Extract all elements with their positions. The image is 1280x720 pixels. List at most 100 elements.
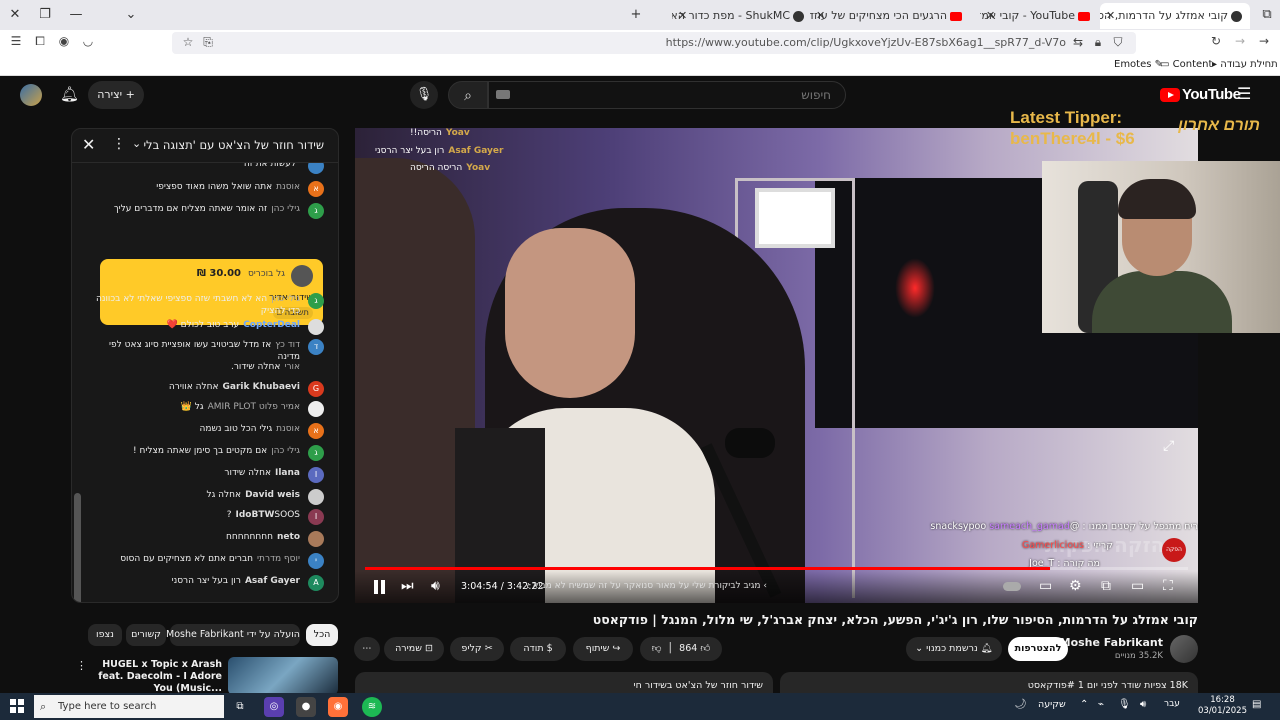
restore-window-icon[interactable]: ❐: [34, 5, 56, 25]
share-button[interactable]: ↪ שיתוף: [573, 637, 633, 661]
chat-author-avatar[interactable]: י: [308, 553, 324, 569]
weather-icon[interactable]: 🌙︎: [1014, 699, 1027, 710]
tab-funny-moments[interactable]: הרגעים הכי מצחיקים של עוזד R ✕: [810, 3, 970, 29]
clip-fullscreen-icon[interactable]: ⤢: [1163, 438, 1174, 454]
create-button[interactable]: יצירה +: [88, 81, 144, 109]
dislike-icon[interactable]: 👎︎: [652, 643, 662, 654]
taskbar-search[interactable]: ⌕ Type here to search: [34, 695, 224, 718]
bookmark-star-icon[interactable]: ☆: [180, 35, 196, 49]
chat-author-avatar[interactable]: ג: [308, 203, 324, 219]
chat-author-name[interactable]: אורי: [284, 362, 300, 372]
windows-start-icon[interactable]: [10, 699, 24, 713]
chat-author-name[interactable]: אמיר פלוט AMIR PLOT: [208, 402, 300, 412]
screenshot-icon[interactable]: ⎘: [200, 35, 216, 50]
speaker-tray-icon[interactable]: 🔊︎: [1140, 699, 1146, 710]
like-dislike-group[interactable]: 👍︎ 864 │ 👎︎: [640, 637, 722, 661]
keyboard-icon[interactable]: [496, 90, 510, 99]
forward-icon[interactable]: →: [1232, 34, 1248, 48]
chat-author-avatar[interactable]: [308, 401, 324, 417]
miniplayer-icon[interactable]: ⧉: [1101, 578, 1111, 594]
thanks-button[interactable]: $ תודה: [510, 637, 566, 661]
chat-title[interactable]: שידור חוזר של הצ'אט עם 'תצוגה בלי ספוייל…: [144, 138, 324, 152]
reader-view-icon[interactable]: ⇆: [1070, 35, 1086, 49]
network-icon[interactable]: ⌁: [1098, 699, 1104, 710]
taskbar-clock[interactable]: 16:28 03/01/2025: [1198, 695, 1247, 717]
chat-author-avatar[interactable]: I: [308, 467, 324, 483]
new-tab-icon[interactable]: +: [625, 5, 647, 25]
extensions-icon[interactable]: ⧠: [32, 34, 48, 49]
close-window-icon[interactable]: ✕: [4, 5, 26, 25]
search-input[interactable]: [488, 81, 846, 109]
chat-author-name[interactable]: Garik Khubaevi: [223, 382, 300, 392]
tab-shukmc[interactable]: ShukMC - מפת כדור הארץ ✕: [672, 3, 812, 29]
spotify-icon[interactable]: ≋: [362, 697, 382, 717]
chat-scrollbar[interactable]: [74, 493, 81, 602]
url-field[interactable]: ☆ ⎘ https://www.youtube.com/clip/Ugkxove…: [172, 32, 1136, 54]
chat-author-name[interactable]: David weis: [245, 490, 300, 500]
minimize-window-icon[interactable]: —: [65, 5, 87, 25]
chip-uploaded-by[interactable]: הועלה על ידי Moshe Fabrikant: [166, 624, 300, 646]
save-button[interactable]: ⊡ שמירה: [384, 637, 444, 661]
theater-mode-icon[interactable]: ▭: [1131, 578, 1144, 594]
chat-author-avatar[interactable]: [308, 489, 324, 505]
discord-icon[interactable]: ◎: [264, 697, 284, 717]
fullscreen-icon[interactable]: ⛶: [1163, 578, 1173, 594]
chat-author-avatar[interactable]: [308, 163, 324, 174]
channel-name[interactable]: Moshe Fabrikant: [1060, 636, 1163, 649]
back-icon[interactable]: →: [1256, 34, 1272, 48]
seek-bar[interactable]: [365, 567, 1188, 570]
chat-author-name[interactable]: אוסנת: [276, 182, 300, 192]
pause-button[interactable]: [371, 580, 389, 596]
chat-author-name[interactable]: גילי כהן: [271, 204, 300, 214]
chat-author-name[interactable]: גילי כהן: [271, 446, 300, 456]
menu-icon[interactable]: ☰: [8, 34, 24, 48]
chat-author-name[interactable]: גילי כהן: [271, 294, 300, 304]
lock-icon[interactable]: 🔒︎: [1090, 35, 1106, 50]
chat-author-avatar[interactable]: [308, 531, 324, 547]
account-icon[interactable]: ◉: [56, 34, 72, 48]
volume-icon[interactable]: 🔊︎: [431, 578, 440, 594]
like-icon[interactable]: 👍︎: [700, 643, 710, 654]
next-button[interactable]: ⏭︎: [401, 578, 414, 594]
chat-author-name[interactable]: IdoBTW: [236, 510, 275, 520]
recommended-thumbnail[interactable]: [228, 657, 338, 695]
account-avatar[interactable]: [20, 84, 42, 106]
chat-more-icon[interactable]: ⋮: [112, 136, 126, 152]
language-indicator[interactable]: עבר: [1164, 699, 1180, 709]
more-actions-icon[interactable]: ⋯: [354, 637, 380, 661]
bookmark-content[interactable]: ▭ Content: [1160, 59, 1212, 70]
autoplay-toggle[interactable]: [1003, 582, 1021, 591]
chat-author-avatar[interactable]: א: [308, 181, 324, 197]
recommended-more-icon[interactable]: ⋮: [76, 659, 87, 672]
chat-author-name[interactable]: אוסנת: [276, 424, 300, 434]
chat-author-name[interactable]: יוסף מדרתי: [257, 554, 300, 564]
clip-button[interactable]: ✂ קליפ: [450, 637, 504, 661]
tab-close-icon[interactable]: ✕: [986, 3, 995, 29]
subscribed-button[interactable]: 🔔︎ נרשמת כמנוי ⌄: [906, 637, 1002, 661]
pocket-icon[interactable]: ◡: [80, 34, 96, 48]
chat-author-avatar[interactable]: ג: [308, 445, 324, 461]
chat-author-avatar[interactable]: א: [308, 423, 324, 439]
join-button[interactable]: להצטרפות: [1008, 637, 1068, 661]
chip-related[interactable]: קשורים: [126, 624, 166, 646]
youtube-logo[interactable]: YouTube: [1160, 86, 1241, 103]
chat-author-avatar[interactable]: ג: [308, 293, 324, 309]
chat-author-name[interactable]: דוד כץ: [275, 340, 300, 350]
obs-icon[interactable]: ●: [296, 697, 316, 717]
tab-youtube-kobi[interactable]: YouTube - קובי אמזלג🔥 ✕: [980, 3, 1098, 29]
chat-mode-chevron-icon[interactable]: ⌄: [132, 137, 141, 150]
task-view-icon[interactable]: ⧉: [230, 697, 250, 717]
subtitles-icon[interactable]: ▭: [1039, 578, 1052, 594]
chat-author-name[interactable]: Ilana: [275, 468, 300, 478]
chat-author-avatar[interactable]: [308, 319, 324, 335]
chat-author-name[interactable]: neto: [277, 532, 300, 542]
channel-avatar[interactable]: [1170, 635, 1198, 663]
chat-author-avatar[interactable]: G: [308, 381, 324, 397]
chat-author-avatar[interactable]: ד: [308, 339, 324, 355]
bookmark-emotes[interactable]: Emotes ✎: [1114, 59, 1163, 70]
tab-list-chevron-icon[interactable]: ⌄: [120, 5, 142, 25]
tab-close-icon[interactable]: ✕: [678, 3, 687, 29]
tab-close-icon[interactable]: ✕: [816, 3, 825, 29]
recommended-title[interactable]: HUGEL x Topic x Arash feat. Daecolm - I …: [90, 659, 222, 695]
chapter-title[interactable]: › מגיב לביקורת שלי על מאור סנואקר על זה …: [527, 581, 767, 591]
